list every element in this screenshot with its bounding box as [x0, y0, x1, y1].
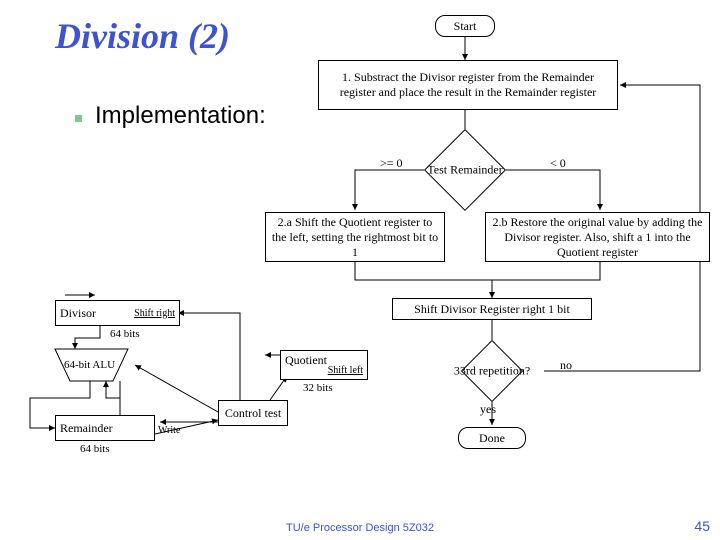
page-number: 45	[694, 518, 710, 534]
dp-32bits: 32 bits	[303, 382, 333, 394]
fc-done: Done	[458, 427, 526, 449]
dp-remainder: Remainder	[55, 415, 155, 441]
fc-shiftdiv: Shift Divisor Register right 1 bit	[392, 298, 592, 320]
fc-step2a: 2.a Shift the Quotient register to the l…	[265, 212, 445, 262]
dp-64bits-b: 64 bits	[80, 443, 110, 455]
dp-shift-right: Shift right	[134, 308, 175, 319]
dp-shift-left: Shift left	[328, 366, 363, 376]
slide-title: Division (2)	[55, 15, 230, 57]
fc-test-remainder: Test Remainder	[436, 141, 494, 199]
fc-ge0-label: >= 0	[380, 156, 403, 171]
dp-64bits-a: 64 bits	[110, 328, 140, 340]
dp-divisor: Divisor Shift right	[55, 300, 180, 326]
bullet-icon	[75, 115, 82, 122]
bullet-text: Implementation:	[95, 102, 266, 130]
fc-no-label: no	[560, 358, 572, 373]
dp-write-label: Write	[158, 425, 180, 436]
fc-start: Start	[435, 15, 495, 37]
dp-quotient-label: Quotient	[285, 354, 327, 366]
fc-rep-label: 33rd repetition?	[454, 364, 530, 379]
dp-divisor-label: Divisor	[60, 306, 96, 321]
dp-remainder-label: Remainder	[60, 421, 113, 436]
footer-center: TU/e Processor Design 5Z032	[0, 522, 720, 534]
dp-quotient: Quotient Shift left	[280, 350, 368, 380]
fc-step2b: 2.b Restore the original value by adding…	[485, 212, 710, 262]
fc-step1: 1. Substract the Divisor register from t…	[318, 60, 618, 110]
fc-rep: 33rd repetition?	[470, 349, 514, 393]
fc-yes-label: yes	[480, 402, 496, 417]
fc-lt0-label: < 0	[550, 156, 566, 171]
dp-control: Control test	[218, 400, 288, 426]
dp-alu-label: 64-bit ALU	[64, 359, 115, 371]
fc-test-label: Test Remainder	[427, 163, 502, 178]
